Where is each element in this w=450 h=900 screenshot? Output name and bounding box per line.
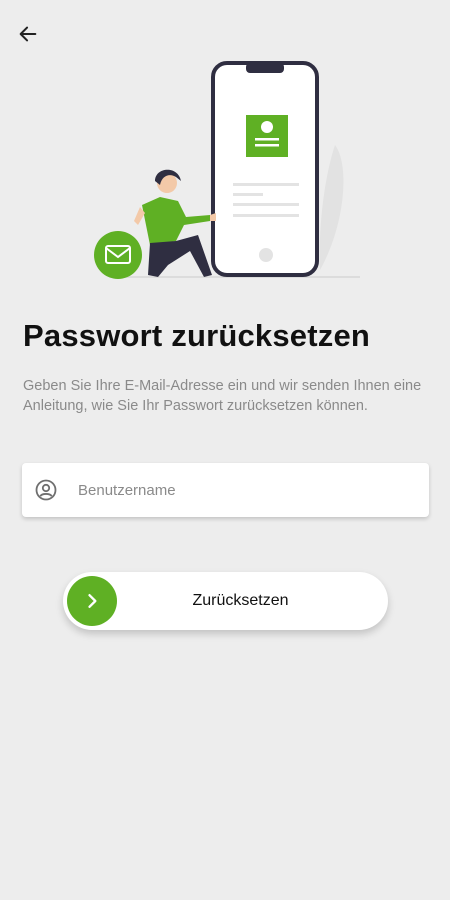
user-circle-icon bbox=[34, 478, 58, 502]
reset-button-label: Zurücksetzen bbox=[192, 592, 289, 609]
username-field-container bbox=[22, 463, 429, 517]
back-button[interactable] bbox=[12, 18, 44, 50]
reset-illustration bbox=[0, 55, 450, 295]
page-description: Geben Sie Ihre E-Mail-Adresse ein und wi… bbox=[23, 378, 422, 414]
arrow-left-icon bbox=[19, 26, 37, 42]
page-title: Passwort zurücksetzen bbox=[23, 318, 371, 353]
person-with-phone-illustration bbox=[94, 61, 360, 279]
username-input[interactable] bbox=[76, 469, 429, 511]
reset-button[interactable]: Zurücksetzen bbox=[63, 572, 388, 630]
